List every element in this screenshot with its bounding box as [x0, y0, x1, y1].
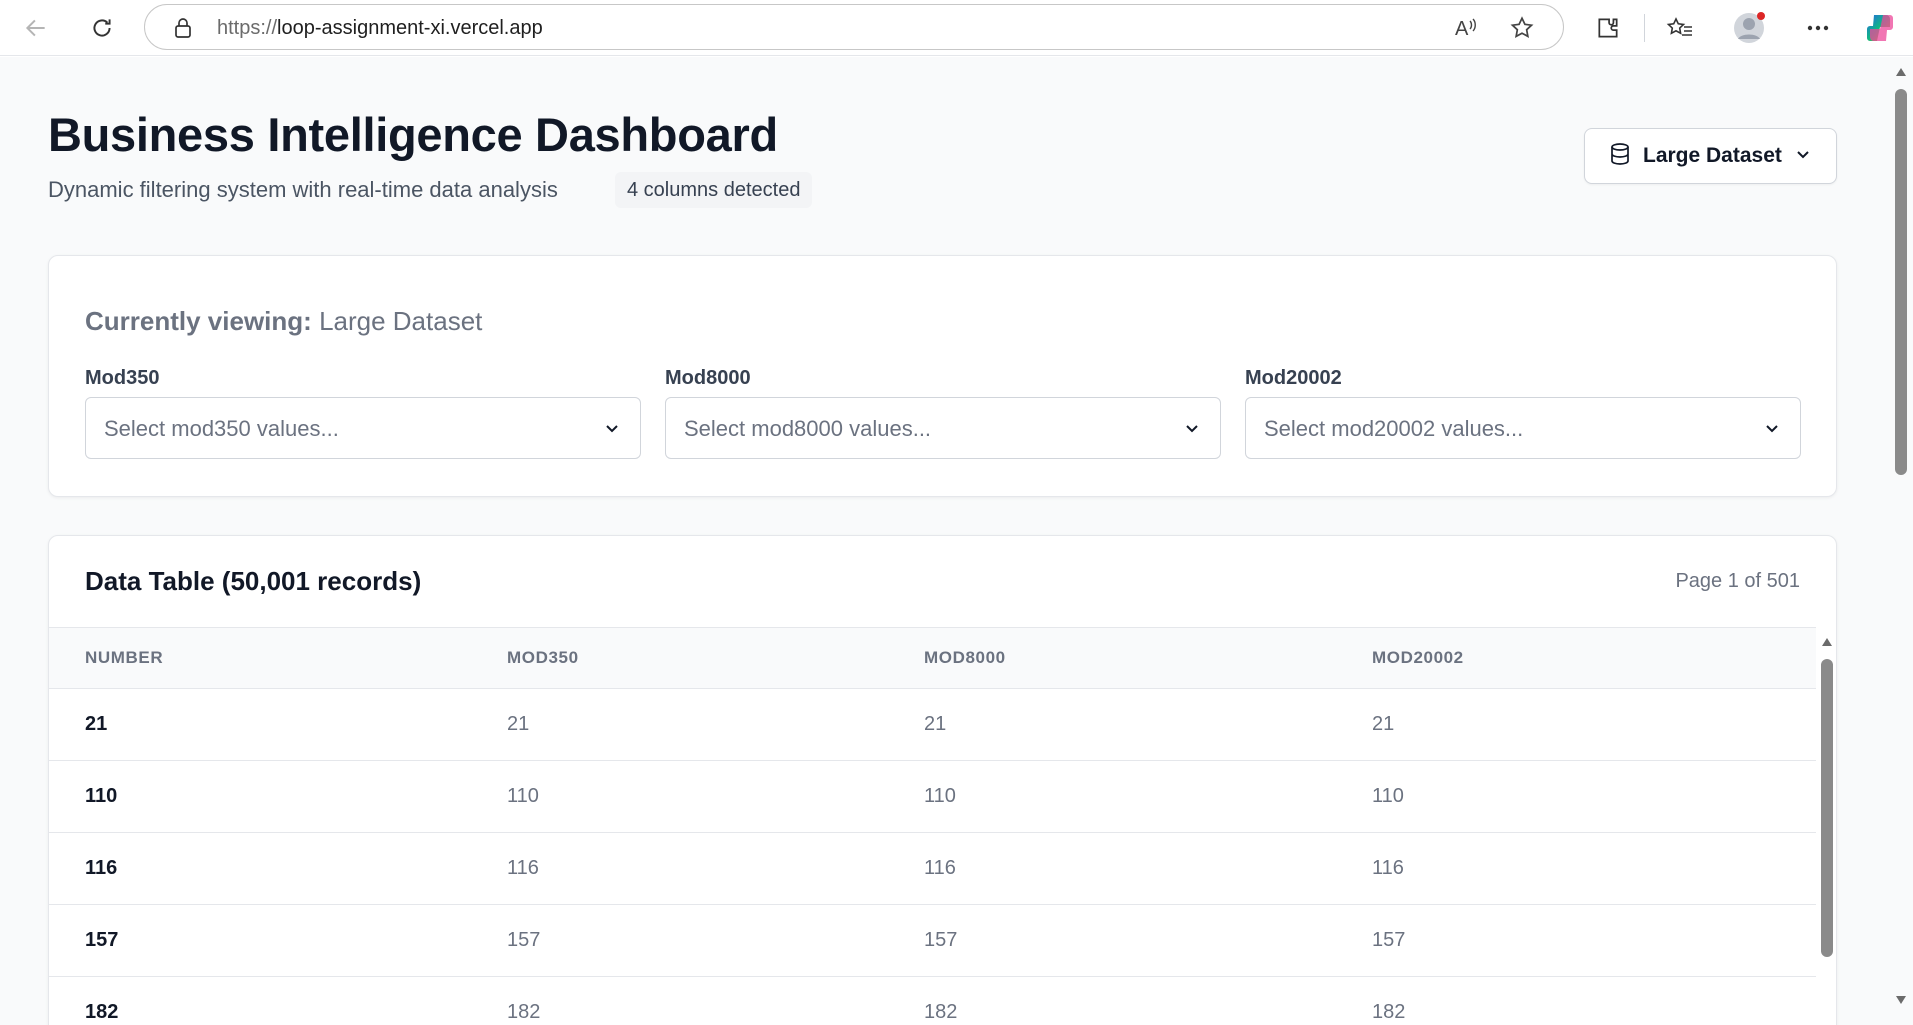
- cell-mod8000: 182: [924, 1001, 958, 1023]
- page-title: Business Intelligence Dashboard: [48, 108, 778, 161]
- cell-number: 182: [85, 1001, 119, 1023]
- cell-mod20002: 21: [1372, 713, 1395, 735]
- svg-text:A: A: [1455, 18, 1469, 40]
- cell-mod350: 182: [507, 1001, 541, 1023]
- mod20002-select[interactable]: Select mod20002 values...: [1245, 397, 1801, 459]
- refresh-icon[interactable]: [84, 10, 120, 46]
- column-header-mod350[interactable]: MOD350: [507, 648, 579, 668]
- cell-mod8000: 116: [924, 857, 956, 879]
- currently-viewing-value: Large Dataset: [319, 306, 483, 336]
- dataset-selector-label: Large Dataset: [1643, 144, 1782, 167]
- lock-icon[interactable]: [173, 17, 193, 44]
- filter-label-mod20002: Mod20002: [1245, 367, 1342, 389]
- page-content: Business Intelligence Dashboard Dynamic …: [0, 57, 1889, 1025]
- page-indicator: Page 1 of 501: [1675, 570, 1800, 592]
- more-icon[interactable]: [1798, 8, 1838, 48]
- cell-number: 157: [85, 929, 119, 951]
- back-arrow-icon[interactable]: [18, 10, 54, 46]
- table-title: Data Table (50,001 records): [85, 566, 422, 596]
- table-body: 21 21 21 21 110 110 110 110 116 116 116 …: [49, 689, 1816, 1025]
- cell-number: 21: [85, 713, 108, 735]
- mod8000-select[interactable]: Select mod8000 values...: [665, 397, 1221, 459]
- column-header-mod20002[interactable]: MOD20002: [1372, 648, 1464, 668]
- page-subtitle: Dynamic filtering system with real-time …: [48, 177, 558, 202]
- favorites-icon[interactable]: [1660, 8, 1700, 48]
- data-table-card: Data Table (50,001 records) Page 1 of 50…: [48, 535, 1837, 1025]
- browser-toolbar: https://loop-assignment-xi.vercel.app A: [0, 0, 1913, 56]
- chevron-down-icon: [602, 418, 622, 443]
- mod8000-placeholder: Select mod8000 values...: [684, 416, 932, 441]
- extensions-icon[interactable]: [1588, 8, 1628, 48]
- page-scrollbar[interactable]: [1889, 57, 1913, 1025]
- table-row[interactable]: 182 182 182 182: [49, 977, 1816, 1025]
- toolbar-divider: [1644, 14, 1645, 42]
- favorite-star-icon[interactable]: [1509, 15, 1535, 46]
- table-row[interactable]: 110 110 110 110: [49, 761, 1816, 833]
- cell-mod20002: 110: [1372, 785, 1404, 807]
- cell-mod20002: 157: [1372, 929, 1406, 951]
- chevron-down-icon: [1762, 418, 1782, 443]
- filter-label-mod8000: Mod8000: [665, 367, 751, 389]
- scroll-down-arrow-icon[interactable]: [1895, 995, 1907, 1005]
- mod350-select[interactable]: Select mod350 values...: [85, 397, 641, 459]
- cell-mod350: 157: [507, 929, 541, 951]
- table-scrollbar-thumb[interactable]: [1821, 659, 1833, 957]
- dataset-selector-button[interactable]: Large Dataset: [1584, 128, 1837, 184]
- cell-mod8000: 110: [924, 785, 956, 807]
- table-row[interactable]: 157 157 157 157: [49, 905, 1816, 977]
- currently-viewing-label: Currently viewing:: [85, 306, 312, 336]
- address-bar[interactable]: https://loop-assignment-xi.vercel.app A: [144, 4, 1564, 50]
- url-scheme: https://: [217, 17, 278, 39]
- scroll-up-arrow-icon[interactable]: [1821, 637, 1833, 647]
- table-row[interactable]: 116 116 116 116: [49, 833, 1816, 905]
- table-scrollbar[interactable]: [1816, 627, 1836, 1025]
- column-header-number[interactable]: NUMBER: [85, 648, 163, 668]
- read-aloud-icon[interactable]: A: [1453, 15, 1479, 46]
- columns-badge: 4 columns detected: [615, 172, 813, 208]
- scroll-up-arrow-icon[interactable]: [1895, 67, 1907, 77]
- url-host: loop-assignment-xi.vercel.app: [277, 17, 543, 39]
- cell-number: 116: [85, 857, 118, 879]
- copilot-icon[interactable]: [1860, 8, 1900, 48]
- table-row[interactable]: 21 21 21 21: [49, 689, 1816, 761]
- mod20002-placeholder: Select mod20002 values...: [1264, 416, 1524, 441]
- cell-mod8000: 21: [924, 713, 947, 735]
- cell-mod20002: 116: [1372, 857, 1404, 879]
- mod350-placeholder: Select mod350 values...: [104, 416, 339, 441]
- cell-mod8000: 157: [924, 929, 958, 951]
- cell-mod350: 116: [507, 857, 539, 879]
- database-icon: [1609, 142, 1631, 171]
- cell-mod350: 21: [507, 713, 530, 735]
- cell-number: 110: [85, 785, 118, 807]
- cell-mod20002: 182: [1372, 1001, 1406, 1023]
- url-text: https://loop-assignment-xi.vercel.app: [217, 17, 543, 40]
- currently-viewing: Currently viewing: Large Dataset: [85, 306, 482, 337]
- filter-panel: Currently viewing: Large Dataset Mod350 …: [48, 255, 1837, 497]
- profile-icon[interactable]: [1729, 8, 1769, 48]
- chevron-down-icon: [1182, 418, 1202, 443]
- page-scrollbar-thumb[interactable]: [1895, 89, 1907, 475]
- column-header-mod8000[interactable]: MOD8000: [924, 648, 1006, 668]
- chevron-down-icon: [1794, 145, 1812, 168]
- filter-label-mod350: Mod350: [85, 367, 160, 389]
- cell-mod350: 110: [507, 785, 539, 807]
- table-header: NUMBER MOD350 MOD8000 MOD20002: [49, 627, 1816, 689]
